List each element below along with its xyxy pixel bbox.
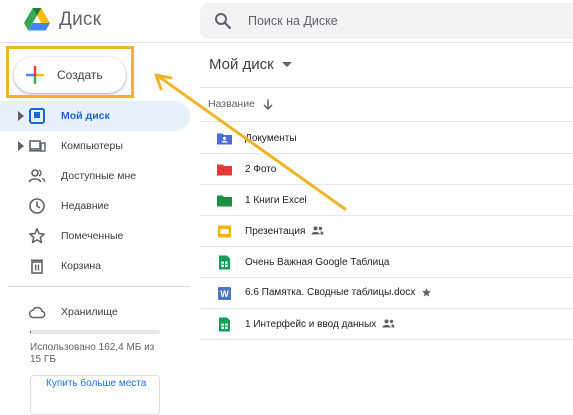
- cloud-icon: [28, 306, 46, 319]
- word-document-icon: W: [218, 286, 231, 300]
- storage-progress-bar: [30, 330, 160, 334]
- main-content: Мой диск Название Документы 2 Фото 1 Кни…: [200, 43, 573, 412]
- google-sheets-icon: [219, 255, 230, 269]
- sidebar-item-label: Мой диск: [61, 110, 110, 122]
- shared-folder-icon: [217, 133, 232, 144]
- folder-icon: [217, 164, 232, 175]
- sidebar-item-computers[interactable]: Компьютеры: [0, 131, 190, 161]
- expand-caret-icon[interactable]: [18, 141, 24, 151]
- file-name: 6.6 Памятка. Сводные таблицы.docx: [245, 287, 432, 299]
- expand-caret-icon[interactable]: [18, 111, 24, 121]
- file-row[interactable]: 2 Фото: [200, 154, 573, 185]
- sidebar-item-shared[interactable]: Доступные мне: [0, 161, 190, 191]
- sidebar-item-label: Компьютеры: [61, 140, 123, 152]
- clock-icon: [29, 198, 45, 214]
- sidebar-item-trash[interactable]: Корзина: [0, 251, 190, 281]
- google-sheets-icon: [219, 317, 230, 331]
- sidebar-item-recent[interactable]: Недавние: [0, 191, 190, 221]
- search-icon[interactable]: [214, 12, 232, 30]
- file-name-text: Презентация: [245, 225, 306, 237]
- file-name: Документы: [245, 132, 297, 144]
- app-name: Диск: [59, 8, 102, 30]
- title-divider: [200, 87, 573, 88]
- svg-text:W: W: [220, 289, 229, 299]
- sidebar-item-starred[interactable]: Помеченные: [0, 221, 190, 251]
- file-row[interactable]: 1 Интерфейс и ввод данных: [200, 309, 573, 340]
- column-header-name[interactable]: Название: [208, 98, 273, 110]
- star-outline-icon: [29, 228, 45, 244]
- storage-label[interactable]: Хранилище: [61, 306, 118, 318]
- file-name: Очень Важная Google Таблица: [245, 256, 390, 268]
- shared-people-icon: [382, 319, 395, 328]
- location-title[interactable]: Мой диск: [209, 56, 292, 73]
- file-row[interactable]: Документы: [200, 123, 573, 154]
- buy-storage-button[interactable]: Купить больше места: [30, 375, 160, 415]
- sort-arrow-down-icon[interactable]: [263, 99, 273, 110]
- computer-icon: [29, 140, 46, 152]
- sidebar-item-label: Корзина: [61, 260, 101, 272]
- shared-people-icon: [311, 226, 324, 235]
- google-slides-icon: [218, 225, 231, 237]
- top-bar: Диск: [0, 0, 573, 42]
- shared-people-icon: [28, 169, 46, 183]
- dropdown-arrow-icon: [281, 61, 292, 67]
- sidebar-item-label: Помеченные: [61, 230, 124, 242]
- storage-progress-fill: [30, 330, 32, 334]
- file-name-text: 6.6 Памятка. Сводные таблицы.docx: [245, 287, 416, 299]
- file-name: 2 Фото: [245, 163, 277, 175]
- sidebar-item-label: Доступные мне: [61, 170, 137, 182]
- file-row[interactable]: 1 Книги Excel: [200, 185, 573, 216]
- google-drive-logo-icon: [24, 8, 50, 31]
- file-name-text: 1 Интерфейс и ввод данных: [245, 318, 377, 330]
- file-name: 1 Интерфейс и ввод данных: [245, 319, 395, 330]
- search-input[interactable]: [246, 13, 550, 29]
- highlight-frame: [6, 46, 134, 98]
- header-row-divider: [200, 121, 573, 122]
- sidebar: Создать Мой диск Компьютеры Доступные мн…: [0, 43, 200, 415]
- sidebar-item-label: Недавние: [61, 200, 110, 212]
- sidebar-divider: [8, 286, 190, 287]
- sidebar-item-my-drive[interactable]: Мой диск: [0, 101, 190, 131]
- column-name-label: Название: [208, 98, 255, 110]
- drive-logo[interactable]: Диск: [24, 8, 101, 31]
- folder-icon: [217, 195, 232, 206]
- storage-used-text: Использовано 162,4 МБ из 15 ГБ: [30, 342, 155, 365]
- search-bar[interactable]: [200, 3, 573, 39]
- file-name: 1 Книги Excel: [245, 194, 307, 206]
- page-title: Мой диск: [209, 56, 274, 73]
- trash-icon: [31, 259, 43, 274]
- star-filled-icon: [422, 288, 432, 297]
- drive-icon: [29, 108, 45, 124]
- file-row[interactable]: Очень Важная Google Таблица: [200, 247, 573, 278]
- file-row[interactable]: W 6.6 Памятка. Сводные таблицы.docx: [200, 278, 573, 309]
- file-row[interactable]: Презентация: [200, 216, 573, 247]
- file-name: Презентация: [245, 226, 324, 237]
